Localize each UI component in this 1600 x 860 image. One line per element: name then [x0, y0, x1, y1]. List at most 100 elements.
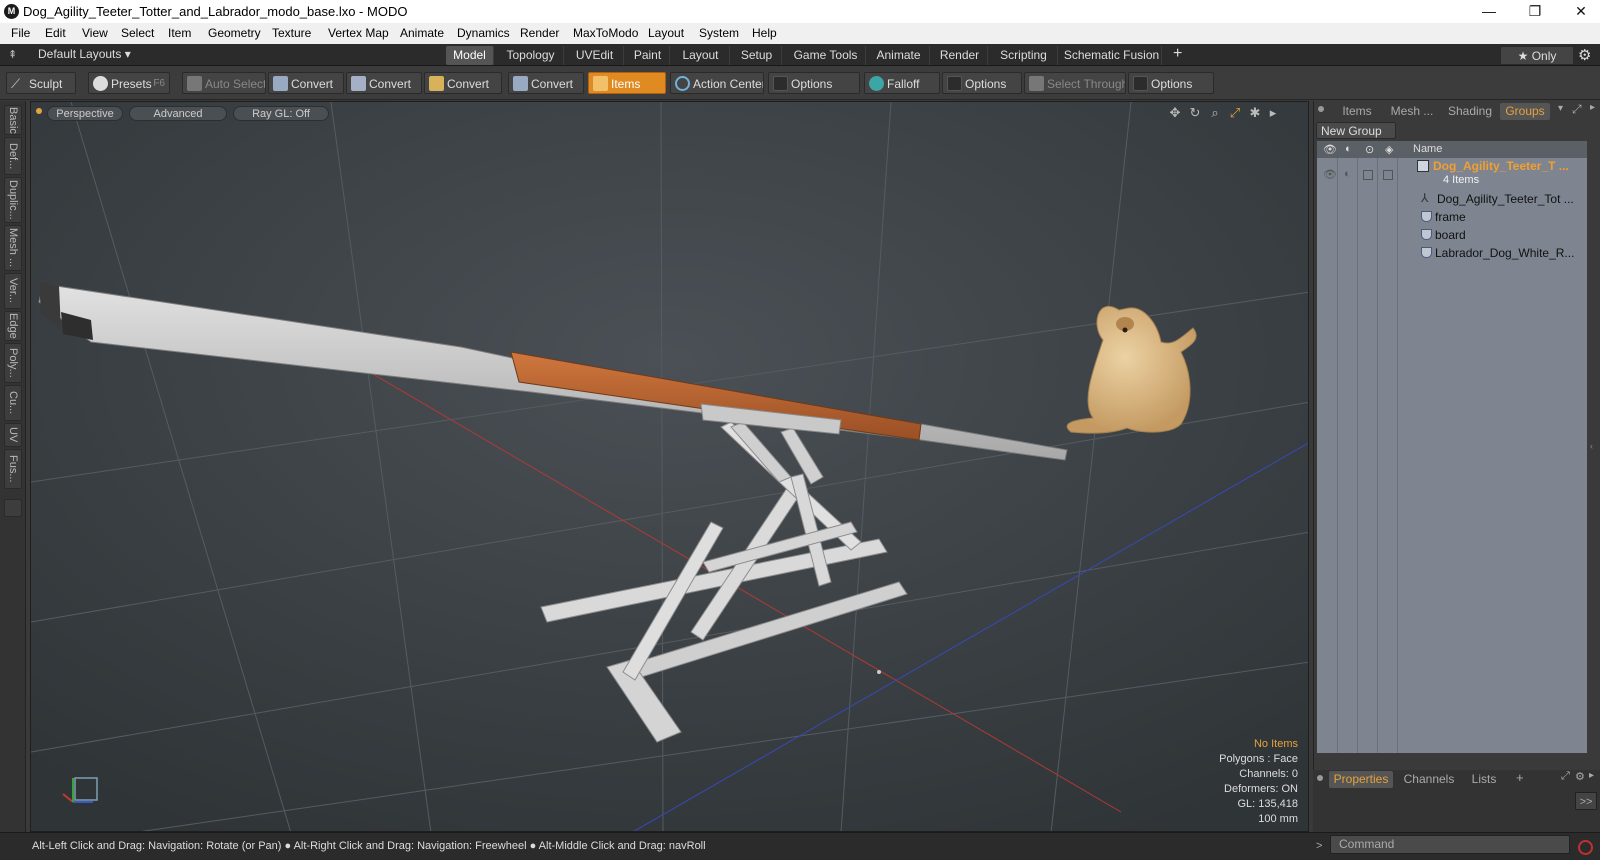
presets-button[interactable]: Presets F6 [88, 72, 170, 94]
viewport-menu-dot[interactable] [36, 108, 42, 114]
gear-icon[interactable]: ⚙ [1575, 770, 1585, 783]
auto-select-button[interactable]: Auto Select [182, 72, 266, 94]
falloff-button[interactable]: Falloff [864, 72, 940, 94]
tab-fusion[interactable]: Fus... [4, 449, 22, 489]
tree-item-row[interactable]: frame [1317, 209, 1587, 226]
tab-scripting[interactable]: Scripting [990, 46, 1058, 65]
select-through-button[interactable]: Select Through [1024, 72, 1126, 94]
settings-icon[interactable]: ✱ [1247, 105, 1263, 121]
menu-maxtomodo[interactable]: MaxToModo [573, 26, 638, 40]
action-center-button[interactable]: Action Center [670, 72, 764, 94]
tab-channels[interactable]: Channels [1399, 771, 1459, 788]
menu-system[interactable]: System [699, 26, 739, 40]
move-icon[interactable]: ✥ [1167, 105, 1183, 121]
convert-vertex-button[interactable]: Convert [268, 72, 344, 94]
menu-file[interactable]: File [11, 26, 30, 40]
expand-panel-icon[interactable]: ⤢ [1561, 770, 1570, 783]
arrow-icon[interactable]: ▸ [1265, 105, 1281, 121]
panel-arrow-icon[interactable]: ▸ [1590, 102, 1595, 113]
options-button-1[interactable]: Options [768, 72, 860, 94]
only-toggle[interactable]: ★ Only [1500, 46, 1574, 65]
tab-mesh[interactable]: Mesh ... [4, 225, 22, 271]
groups-tree[interactable]: 👁 ◐ ⊙ ◈ Name 👁 ◐ Dog_Agility_Teeter_T ..… [1317, 141, 1587, 753]
menu-item[interactable]: Item [168, 26, 191, 40]
tree-item-row[interactable]: ⅄ Dog_Agility_Teeter_Tot ... [1317, 191, 1587, 208]
gear-icon[interactable]: ⚙ [1578, 46, 1591, 64]
render-toggle-icon[interactable]: ◐ [1344, 168, 1351, 180]
tree-item-row[interactable]: board [1317, 227, 1587, 244]
options-button-2[interactable]: Options [942, 72, 1022, 94]
tab-uvedit[interactable]: UVEdit [566, 46, 624, 65]
add-tab-button[interactable]: + [1173, 45, 1182, 63]
tab-items[interactable]: Items [1332, 103, 1382, 120]
add-tab-icon[interactable]: + [1516, 770, 1524, 785]
tab-curve[interactable]: Cu... [4, 385, 22, 421]
command-input[interactable]: Command [1330, 835, 1570, 854]
tab-duplicate[interactable]: Duplic... [4, 177, 22, 223]
lock-toggle[interactable] [1363, 170, 1373, 180]
tab-shading[interactable]: Shading [1442, 103, 1498, 120]
menu-select[interactable]: Select [121, 26, 154, 40]
menu-texture[interactable]: Texture [272, 26, 311, 40]
tab-render[interactable]: Render [932, 46, 988, 65]
minimize-button[interactable]: — [1466, 0, 1512, 23]
tab-animate[interactable]: Animate [868, 46, 930, 65]
shading-dropdown[interactable]: Advanced [129, 106, 227, 121]
tab-vertex[interactable]: Ver... [4, 273, 22, 309]
menu-animate[interactable]: Animate [400, 26, 444, 40]
tree-item-row[interactable]: Labrador_Dog_White_R... [1317, 245, 1587, 262]
chevron-down-icon[interactable]: ▾ [1558, 103, 1563, 114]
default-layouts-dropdown[interactable]: Default Layouts ▾ [38, 47, 131, 61]
tab-setup[interactable]: Setup [732, 46, 782, 65]
tab-game-tools[interactable]: Game Tools [786, 46, 866, 65]
new-group-button[interactable]: New Group [1316, 122, 1396, 139]
tab-schematic-fusion[interactable]: Schematic Fusion [1062, 46, 1162, 65]
tab-basic[interactable]: Basic [4, 105, 22, 135]
tab-topology[interactable]: Topology [498, 46, 564, 65]
tab-edge[interactable]: Edge [4, 311, 22, 341]
rotate-icon[interactable]: ↻ [1187, 105, 1203, 121]
tab-deform[interactable]: Def... [4, 137, 22, 175]
tab-properties[interactable]: Properties [1329, 771, 1393, 788]
panel-menu-dot[interactable] [1318, 106, 1324, 112]
menu-edit[interactable]: Edit [45, 26, 66, 40]
tab-model[interactable]: Model [446, 46, 494, 65]
fit-icon[interactable]: ⤢ [1227, 105, 1243, 121]
menu-geometry[interactable]: Geometry [208, 26, 261, 40]
tab-paint[interactable]: Paint [626, 46, 670, 65]
expand-properties-button[interactable]: >> [1575, 792, 1597, 810]
3d-viewport[interactable]: Perspective Advanced Ray GL: Off ✥ ↻ ⌕ ⤢… [30, 101, 1309, 832]
expand-toolbox-button[interactable] [4, 499, 22, 517]
menu-render[interactable]: Render [520, 26, 559, 40]
menu-dynamics[interactable]: Dynamics [457, 26, 510, 40]
raygl-toggle[interactable]: Ray GL: Off [233, 106, 329, 121]
select-toggle[interactable] [1383, 170, 1393, 180]
menu-view[interactable]: View [82, 26, 108, 40]
panel-arrow-icon[interactable]: ▸ [1589, 770, 1594, 781]
tab-lists[interactable]: Lists [1463, 771, 1505, 788]
convert-edge-button[interactable]: Convert [346, 72, 422, 94]
perspective-dropdown[interactable]: Perspective [47, 106, 123, 121]
group-row[interactable]: 👁 ◐ Dog_Agility_Teeter_T ... 4 Items [1317, 158, 1587, 190]
close-button[interactable]: ✕ [1558, 0, 1600, 23]
visibility-toggle-icon[interactable]: 👁 [1323, 168, 1337, 181]
tab-groups[interactable]: Groups [1500, 103, 1550, 120]
tab-mesh-ops[interactable]: Mesh ... [1384, 103, 1440, 120]
collapse-icon[interactable]: ⇞ [8, 48, 17, 61]
sculpt-button[interactable]: ⟋ Sculpt [6, 72, 76, 94]
record-icon[interactable] [1578, 840, 1593, 855]
zoom-icon[interactable]: ⌕ [1207, 105, 1223, 121]
restore-button[interactable]: ❐ [1512, 0, 1558, 23]
menu-help[interactable]: Help [752, 26, 777, 40]
convert-material-button[interactable]: Convert [508, 72, 584, 94]
menu-layout[interactable]: Layout [648, 26, 684, 40]
convert-polygon-button[interactable]: Convert [424, 72, 502, 94]
menu-vertex-map[interactable]: Vertex Map [328, 26, 389, 40]
tab-polygon[interactable]: Poly... [4, 343, 22, 383]
tab-layout[interactable]: Layout [672, 46, 730, 65]
tab-uv[interactable]: UV [4, 423, 22, 447]
properties-menu-dot[interactable] [1317, 775, 1323, 781]
expand-panel-icon[interactable]: ⤢ [1572, 102, 1582, 117]
items-mode-button[interactable]: Items [588, 72, 666, 94]
options-button-3[interactable]: Options [1128, 72, 1214, 94]
